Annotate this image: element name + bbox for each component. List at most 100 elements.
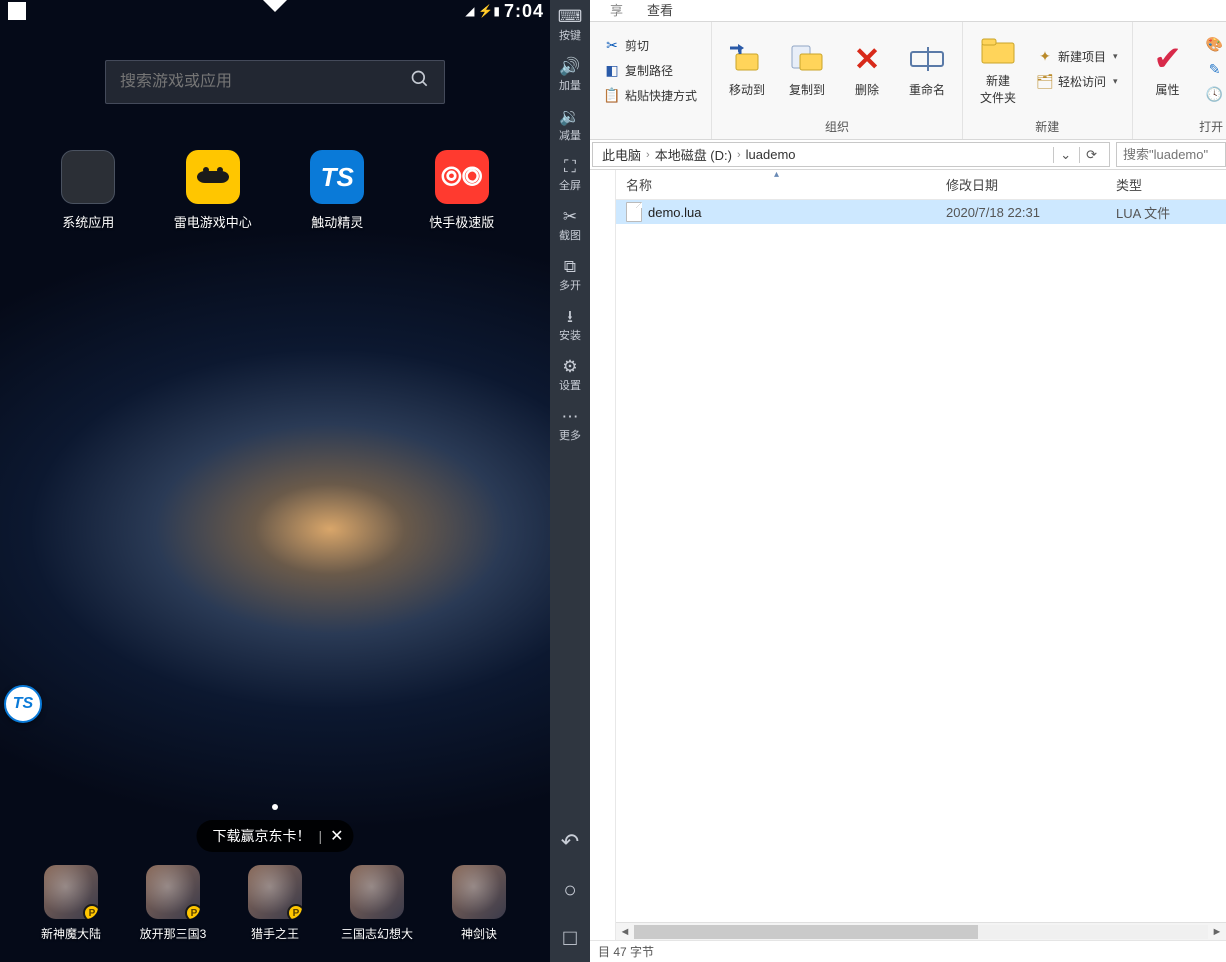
scroll-right[interactable]: ►	[1208, 926, 1226, 938]
crumb-luademo[interactable]: luademo	[741, 147, 801, 162]
move-to-button[interactable]: 移动到	[718, 27, 776, 111]
app-label: 系统应用	[62, 212, 114, 231]
open-icon: 🎨	[1207, 36, 1223, 52]
app-search[interactable]	[105, 60, 445, 104]
battery-charge-icon: ⚡▮	[478, 4, 500, 18]
history-icon: 🕓	[1207, 86, 1223, 102]
nav-pane-collapsed[interactable]	[590, 170, 616, 940]
notch-icon	[261, 0, 289, 12]
side-screenshot[interactable]: ✂截图	[550, 200, 590, 250]
app-gamecenter[interactable]: 雷电游戏中心	[163, 150, 263, 231]
kuaishou-icon: ⦾◎	[435, 150, 489, 204]
fullscreen-icon: ⛶	[564, 158, 576, 175]
file-list-area: ▴ 名称 修改日期 类型 demo.lua 2020/7/18 22:31 LU…	[590, 170, 1226, 940]
properties-icon: ✔	[1150, 41, 1186, 77]
nav-recent[interactable]: □	[561, 914, 579, 962]
android-emulator: ◢ ⚡▮ 7:04 系统应用 雷电游戏中心 TS 触动精灵 ⦾◎ 快手极速版 T…	[0, 0, 550, 962]
more-icon: ⋯	[562, 408, 579, 425]
promo-toast[interactable]: 下载赢京东卡！ | ✕	[196, 820, 353, 852]
side-fullscreen[interactable]: ⛶全屏	[550, 150, 590, 200]
file-type: LUA 文件	[1106, 203, 1226, 222]
clock: 7:04	[504, 1, 544, 22]
touchsprite-floater[interactable]: TS	[4, 685, 42, 723]
explorer-search-input[interactable]	[1123, 147, 1219, 162]
app-search-input[interactable]	[120, 73, 410, 91]
crumb-disk-d[interactable]: 本地磁盘 (D:)	[650, 145, 737, 164]
nav-back[interactable]: ↶	[561, 818, 579, 866]
paste-shortcut-button[interactable]: 📋粘贴快捷方式	[598, 84, 703, 107]
dock-app-3[interactable]: 三国志幻想大	[327, 865, 427, 942]
scissors-icon: ✂	[563, 208, 577, 225]
group-open: 打开	[1133, 116, 1226, 139]
explorer-search[interactable]	[1116, 142, 1226, 167]
easy-access-icon: 🗂	[1037, 74, 1053, 90]
gear-icon: ⚙	[562, 358, 577, 375]
file-name: demo.lua	[648, 205, 701, 220]
scroll-thumb[interactable]	[634, 925, 978, 939]
nav-home[interactable]: ○	[561, 866, 579, 914]
dock-app-1[interactable]: P放开那三国3	[123, 865, 223, 942]
side-more[interactable]: ⋯更多	[550, 400, 590, 450]
history-button[interactable]: 🕓历史记录	[1201, 83, 1226, 106]
open-button[interactable]: 🎨打开▾	[1201, 33, 1226, 56]
refresh-button[interactable]: ⟳	[1079, 147, 1103, 163]
side-multi[interactable]: ⧉多开	[550, 250, 590, 300]
file-date: 2020/7/18 22:31	[936, 205, 1106, 220]
status-bar: 目 47 字节	[590, 940, 1226, 962]
side-settings[interactable]: ⚙设置	[550, 350, 590, 400]
new-item-button[interactable]: ✦新建项目▾	[1031, 45, 1124, 68]
toast-text: 下载赢京东卡！	[212, 826, 310, 846]
column-headers: ▴ 名称 修改日期 类型	[616, 170, 1226, 200]
dock-app-2[interactable]: P猎手之王	[225, 865, 325, 942]
page-indicator	[272, 804, 278, 810]
delete-button[interactable]: ✕ 删除	[838, 27, 896, 111]
close-icon[interactable]: ✕	[330, 826, 343, 846]
app-touchsprite[interactable]: TS 触动精灵	[287, 150, 387, 231]
app-label: 快手极速版	[429, 212, 494, 231]
col-date[interactable]: 修改日期	[936, 175, 1106, 194]
crumb-thispc[interactable]: 此电脑	[597, 145, 646, 164]
dock-app-0[interactable]: P新神魔大陆	[21, 865, 121, 942]
edit-button[interactable]: ✎编辑	[1201, 58, 1226, 81]
new-folder-button[interactable]: 新建 文件夹	[969, 27, 1027, 111]
multi-icon: ⧉	[564, 258, 576, 275]
tab-view[interactable]: 查看	[633, 0, 687, 21]
file-icon	[626, 202, 642, 222]
easy-access-button[interactable]: 🗂轻松访问▾	[1031, 70, 1124, 93]
dock: P新神魔大陆 P放开那三国3 P猎手之王 三国志幻想大 神剑诀	[0, 865, 550, 942]
copy-path-button[interactable]: ◧复制路径	[598, 59, 703, 82]
rename-icon	[909, 41, 945, 77]
side-voldown[interactable]: 🔉减量	[550, 100, 590, 150]
signal-icon: ◢	[465, 4, 474, 18]
ts-icon: TS	[310, 150, 364, 204]
rename-button[interactable]: 重命名	[898, 27, 956, 111]
side-keymap[interactable]: ⌨按键	[550, 0, 590, 50]
breadcrumb[interactable]: 此电脑› 本地磁盘 (D:)› luademo ⌄ ⟳	[592, 142, 1110, 167]
file-row[interactable]: demo.lua 2020/7/18 22:31 LUA 文件	[616, 200, 1226, 224]
edit-icon: ✎	[1207, 61, 1223, 77]
status-text: 目 47 字节	[598, 943, 654, 960]
clipboard-icon: 📋	[604, 88, 620, 104]
ribbon-tabs: 享 查看	[590, 0, 1226, 22]
scroll-left[interactable]: ◄	[616, 926, 634, 938]
horizontal-scrollbar[interactable]: ◄ ►	[616, 922, 1226, 940]
app-label: 触动精灵	[311, 212, 363, 231]
address-bar: 此电脑› 本地磁盘 (D:)› luademo ⌄ ⟳	[590, 140, 1226, 170]
scissors-icon: ✂	[604, 38, 620, 54]
side-volup[interactable]: 🔊加量	[550, 50, 590, 100]
address-dropdown[interactable]: ⌄	[1053, 147, 1077, 163]
col-type[interactable]: 类型	[1106, 175, 1226, 194]
volume-down-icon: 🔉	[559, 108, 580, 125]
volume-up-icon: 🔊	[559, 58, 580, 75]
app-kuaishou[interactable]: ⦾◎ 快手极速版	[412, 150, 512, 231]
app-system[interactable]: 系统应用	[38, 150, 138, 231]
cut-button[interactable]: ✂剪切	[598, 34, 703, 57]
copy-icon	[789, 41, 825, 77]
copy-to-button[interactable]: 复制到	[778, 27, 836, 111]
properties-button[interactable]: ✔ 属性	[1139, 27, 1197, 111]
emulator-sidebar: ⌨按键 🔊加量 🔉减量 ⛶全屏 ✂截图 ⧉多开 ⭳安装 ⚙设置 ⋯更多 ↶ ○ …	[550, 0, 590, 962]
apk-icon: ⭳	[567, 308, 573, 325]
sort-indicator: ▴	[774, 169, 779, 180]
dock-app-4[interactable]: 神剑诀	[429, 865, 529, 942]
side-install[interactable]: ⭳安装	[550, 300, 590, 350]
